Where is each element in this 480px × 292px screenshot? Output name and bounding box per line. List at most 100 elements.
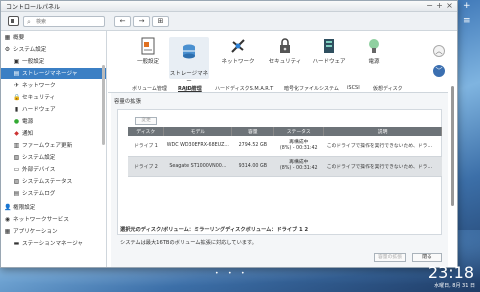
network-icon: [231, 39, 245, 53]
sidebar-item-network-services[interactable]: ◉ ネットワークサービス: [1, 214, 106, 225]
sidebar-item-label: システムステータス: [22, 179, 73, 185]
sidebar-item-general[interactable]: ▣ 一般設定: [1, 56, 106, 67]
sidebar-item-permissions[interactable]: 👤 権限設定: [1, 202, 106, 213]
user-icon: 👤: [4, 204, 12, 211]
content-scrollbar[interactable]: [451, 86, 454, 206]
general-settings-icon: [141, 37, 155, 55]
page-dot-active[interactable]: •: [228, 270, 232, 277]
disk-panel: 変更 ディスク モデル 容量 ステータス 説明 ドライブ 1 WDC WD30E…: [117, 109, 442, 235]
scroll-up-button[interactable]: ︿: [433, 45, 445, 57]
back-button[interactable]: ←: [114, 16, 131, 27]
log-icon: ▤: [13, 190, 20, 197]
sidebar-item-external-devices[interactable]: ▭ 外部デバイス: [1, 164, 106, 175]
desktop-date: 水曜日, 8月 31 日: [434, 283, 475, 289]
close-button[interactable]: ×: [445, 1, 454, 11]
volume-limit-note: システムは最大16TBのボリューム拡張に対応しています。: [120, 240, 257, 246]
window-title: コントロールパネル: [6, 4, 61, 11]
tile-storage-manager[interactable]: ストレージマネー ジャ: [169, 37, 209, 93]
sidebar-toggle-icon[interactable]: [8, 16, 19, 26]
change-button[interactable]: 変更: [135, 117, 157, 125]
status-cell: 再構成中 (8%) - 00:31:42: [273, 156, 324, 177]
forward-button[interactable]: →: [133, 16, 150, 27]
sidebar-item-label: 概要: [13, 35, 25, 41]
tab-virtual-disk[interactable]: 仮想ディスク: [373, 85, 403, 92]
table-row[interactable]: ドライブ 1 WDC WD30EFRX-68EUZ... 2794.52 GB …: [128, 136, 442, 157]
sidebar-item-applications[interactable]: ▦ アプリケーション: [1, 226, 106, 237]
apps-grid-button[interactable]: ⊞: [152, 16, 169, 27]
tile-hardware[interactable]: ハードウェア: [309, 37, 349, 79]
sidebar-item-label: アプリケーション: [13, 229, 58, 235]
desktop-right-strip: + ≡: [459, 0, 480, 270]
status-icon: ▨: [13, 178, 20, 185]
tab-iscsi[interactable]: iSCSI: [347, 85, 360, 91]
search-box[interactable]: ⌕: [23, 16, 105, 27]
sidebar-item-firmware[interactable]: ▥ ファームウェア更新: [1, 140, 106, 151]
model-cell: WDC WD30EFRX-68EUZ...: [163, 136, 232, 157]
settings-icon: ▣: [13, 58, 20, 65]
maximize-button[interactable]: +: [435, 1, 444, 11]
hardware-icon: ▮: [14, 106, 19, 113]
sidebar-item-label: セキュリティ: [22, 95, 56, 101]
add-icon[interactable]: +: [463, 1, 471, 11]
tab-smart[interactable]: ハードディスクS.M.A.R.T: [215, 85, 273, 92]
minimize-button[interactable]: −: [425, 1, 434, 11]
sidebar-item-label: システム設定: [13, 47, 47, 53]
column-header-model[interactable]: モデル: [163, 127, 233, 136]
tile-security[interactable]: セキュリティ: [265, 37, 305, 79]
hardware-icon: [324, 39, 334, 53]
column-header-status[interactable]: ステータス: [273, 127, 325, 136]
sidebar-item-overview[interactable]: ▦ 概要: [1, 32, 106, 43]
disk-cell: ドライブ 2: [128, 156, 164, 177]
disk-table: ディスク モデル 容量 ステータス 説明 ドライブ 1 WDC WD30EFRX…: [128, 127, 442, 177]
sidebar-item-system-status[interactable]: ▨ システムステータス: [1, 176, 106, 187]
sidebar-item-label: 外部デバイス: [22, 167, 56, 173]
sidebar-item-system-log[interactable]: ▤ システムログ: [1, 188, 106, 199]
sidebar-item-label: 権限設定: [13, 205, 36, 211]
sidebar-item-power[interactable]: ● 電源: [1, 116, 106, 127]
table-row[interactable]: ドライブ 2 Seagate ST1000VN00... 9314.00 GB …: [128, 156, 442, 177]
status-cell: 再構成中 (8%) - 00:31:42: [273, 136, 324, 157]
page-dot[interactable]: •: [215, 270, 219, 277]
capacity-cell: 9314.00 GB: [231, 156, 274, 177]
menu-icon[interactable]: ≡: [463, 16, 471, 26]
sidebar-item-system-settings[interactable]: ⚙ システム設定: [1, 44, 106, 55]
sidebar-item-notification[interactable]: ◆ 通知: [1, 128, 106, 139]
sidebar-item-station-manager[interactable]: ▬ ステーションマネージャ: [1, 238, 106, 249]
page-dot[interactable]: •: [241, 270, 245, 277]
column-header-disk[interactable]: ディスク: [128, 127, 165, 136]
sidebar-item-label: システムログ: [22, 191, 56, 197]
sidebar-item-label: 電源: [22, 119, 34, 125]
tab-encrypted-fs[interactable]: 暗号化ファイルシステム: [284, 85, 339, 92]
status-progress: (8%) - 00:31:42: [279, 145, 318, 151]
sidebar-item-storage[interactable]: ▤ ストレージマネージャ: [1, 68, 106, 79]
bell-icon: ◆: [14, 130, 19, 137]
search-input[interactable]: [36, 18, 102, 26]
tab-raid-management[interactable]: RAID管理: [178, 85, 202, 92]
tile-network[interactable]: ネットワーク: [218, 37, 258, 79]
sidebar: ▦ 概要 ⚙ システム設定 ▣ 一般設定 ▤ ストレージマネージャ ✈ ネットワーク 🔒 セ…: [1, 31, 107, 267]
tile-label: ネットワーク: [221, 59, 255, 65]
expand-capacity-button[interactable]: 容量の拡張: [374, 253, 406, 262]
sidebar-item-security[interactable]: 🔒 セキュリティ: [1, 92, 106, 103]
sidebar-scrollbar[interactable]: [102, 65, 105, 145]
search-icon: ⌕: [27, 18, 31, 26]
toolbar: ⌕ ← → ⊞: [1, 12, 457, 31]
disk-cell: ドライブ 1: [128, 136, 164, 157]
sidebar-item-system[interactable]: ▧ システム設定: [1, 152, 106, 163]
column-header-description[interactable]: 説明: [323, 127, 442, 136]
storage-icon: ▤: [13, 70, 20, 77]
tile-general-settings[interactable]: 一般設定: [128, 37, 168, 79]
sidebar-item-label: システム設定: [22, 155, 56, 161]
sidebar-item-network[interactable]: ✈ ネットワーク: [1, 80, 106, 91]
network-icon: ✈: [13, 82, 20, 89]
apps-icon: ▦: [4, 228, 11, 235]
close-dialog-button[interactable]: 閉る: [412, 253, 442, 262]
column-header-capacity[interactable]: 容量: [231, 127, 275, 136]
desktop-clock: 23:18: [427, 263, 474, 282]
tile-label: セキュリティ: [268, 59, 302, 65]
main-panel: 一般設定 ストレージマネー ジャ ネットワーク セキュリティ ハードウェア 電源…: [108, 31, 457, 267]
tile-power[interactable]: 電源: [354, 37, 394, 79]
tab-volume-management[interactable]: ボリューム管理: [132, 85, 167, 92]
scroll-down-button[interactable]: ﹀: [433, 65, 445, 77]
sidebar-item-hardware[interactable]: ▮ ハードウェア: [1, 104, 106, 115]
